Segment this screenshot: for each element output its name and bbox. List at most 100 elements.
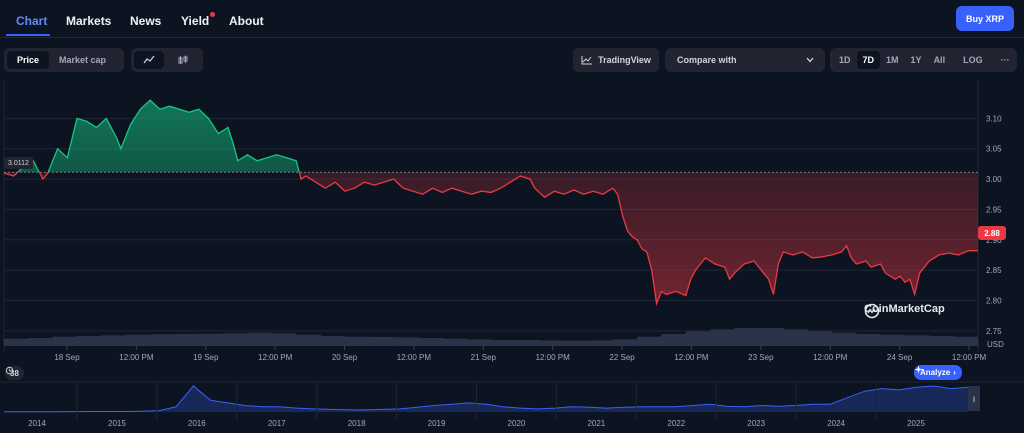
volume-bar [77, 336, 102, 346]
volume-bar [466, 339, 492, 346]
reference-price-badge: 3.0112 [4, 157, 33, 169]
navigator-year-label: 2017 [268, 419, 286, 428]
new-dot-icon [210, 12, 216, 17]
events-pill[interactable]: 38 [5, 366, 24, 380]
x-tick-label: 12:00 PM [674, 353, 709, 362]
volume-bar [783, 329, 808, 346]
y-tick-label: 2.95 [986, 205, 1002, 214]
navigator-year-label: 2025 [907, 419, 925, 428]
volume-bar [953, 336, 979, 346]
chevron-down-icon [806, 57, 814, 63]
volume-bar [758, 328, 784, 346]
x-tick-label: 12:00 PM [952, 353, 987, 362]
buy-xrp-button[interactable]: Buy XRP [956, 6, 1014, 31]
sparkle-icon [914, 365, 923, 374]
volume-bar [101, 335, 127, 346]
time-range-selector: 1D 7D 1M 1Y All LOG ··· [830, 48, 1017, 72]
range-7d-button[interactable]: 7D [856, 51, 881, 69]
volume-bar [637, 336, 662, 346]
volume-bar [28, 338, 53, 346]
tab-chart[interactable]: Chart [16, 14, 47, 28]
volume-bar [4, 338, 29, 346]
range-1d-button[interactable]: 1D [833, 51, 857, 69]
y-tick-label: 3.10 [986, 114, 1002, 123]
navigator-year-label: 2014 [28, 419, 46, 428]
line-chart-icon [143, 55, 155, 64]
volume-bar [223, 333, 248, 346]
tab-markets[interactable]: Markets [66, 14, 111, 28]
analyze-button[interactable]: Analyze › [914, 365, 962, 380]
more-options-button[interactable]: ··· [995, 51, 1016, 69]
x-tick-label: 12:00 PM [813, 353, 848, 362]
price-chart-page: Chart Markets News Yield About Buy XRP P… [0, 0, 1024, 433]
navigator-year-label: 2016 [188, 419, 206, 428]
x-axis: 18 Sep 12:00 PM 19 Sep 12:00 PM 20 Sep 12:00 … [54, 346, 986, 362]
volume-bar [661, 334, 687, 346]
navigator-year-label: 2020 [508, 419, 526, 428]
tab-yield-label: Yield [181, 14, 210, 28]
tradingview-label: TradingView [598, 55, 651, 65]
range-1m-button[interactable]: 1M [880, 51, 905, 69]
x-tick-label: 23 Sep [748, 353, 774, 362]
navigator-year-label: 2021 [587, 419, 605, 428]
x-tick-label: 20 Sep [332, 353, 358, 362]
price-toggle-button[interactable]: Price [7, 51, 50, 69]
volume-bar [904, 335, 930, 346]
y-tick-label: 2.75 [986, 327, 1002, 336]
tab-news[interactable]: News [130, 14, 161, 28]
x-tick-label: 12:00 PM [258, 353, 293, 362]
navigator-year-label: 2023 [747, 419, 765, 428]
volume-bar [612, 339, 638, 346]
tradingview-icon [581, 56, 593, 65]
volume-bar [393, 337, 419, 346]
range-1y-button[interactable]: 1Y [905, 51, 928, 69]
x-tick-label: 19 Sep [193, 353, 219, 362]
volume-bar [807, 331, 833, 346]
price-chart[interactable]: 3.10 3.05 3.00 2.95 2.90 2.85 2.80 2.75 USD 18 … [0, 80, 1024, 433]
candlestick-icon [178, 55, 188, 64]
coinmarketcap-logo-icon [864, 303, 880, 319]
y-tick-label: 2.85 [986, 266, 1002, 275]
line-chart-button[interactable] [134, 51, 164, 69]
x-tick-label: 21 Sep [471, 353, 497, 362]
price-chart-svg: 3.103.053.002.952.902.852.802.75 USD 18 … [0, 80, 1024, 428]
volume-bar [491, 340, 516, 346]
volume-bar [564, 340, 589, 346]
volume-bar [150, 334, 175, 346]
volume-bar [515, 340, 540, 346]
tab-about[interactable]: About [229, 14, 264, 28]
tradingview-button[interactable]: TradingView [573, 48, 659, 72]
volume-bar [344, 336, 370, 346]
volume-bar [831, 332, 857, 346]
compare-with-dropdown[interactable]: Compare with [665, 48, 825, 72]
x-tick-label: 22 Sep [609, 353, 635, 362]
volume-bar [929, 336, 954, 346]
log-scale-button[interactable]: LOG [957, 51, 989, 69]
navigator-year-label: 2022 [667, 419, 685, 428]
navigator-area [4, 386, 968, 412]
range-all-button[interactable]: All [928, 51, 952, 69]
y-tick-label: 3.05 [986, 145, 1002, 154]
y-tick-label: 3.00 [986, 175, 1002, 184]
market-cap-toggle-button[interactable]: Market cap [49, 51, 116, 69]
volume-bar [856, 334, 881, 346]
x-tick-label: 12:00 PM [397, 353, 432, 362]
history-icon [5, 366, 14, 375]
volume-bar [734, 328, 760, 346]
candlestick-button[interactable] [168, 51, 198, 69]
coinmarketcap-watermark: CoinMarketCap [864, 303, 945, 319]
volume-bar [588, 340, 614, 346]
volume-bar [247, 332, 273, 346]
chart-type-toggle [131, 48, 203, 72]
volume-bar [369, 336, 394, 346]
volume-bar [880, 334, 906, 346]
chart-toolbar: Price Market cap TradingView Compare wit… [0, 48, 1024, 72]
chevron-right-icon: › [953, 368, 956, 377]
currency-label: USD [987, 340, 1004, 349]
volume-bar [685, 331, 711, 346]
tab-yield[interactable]: Yield [181, 12, 216, 28]
compare-with-label: Compare with [677, 55, 737, 65]
x-tick-label: 24 Sep [887, 353, 913, 362]
x-tick-label: 12:00 PM [536, 353, 571, 362]
pause-icon: ǁ [973, 397, 976, 404]
